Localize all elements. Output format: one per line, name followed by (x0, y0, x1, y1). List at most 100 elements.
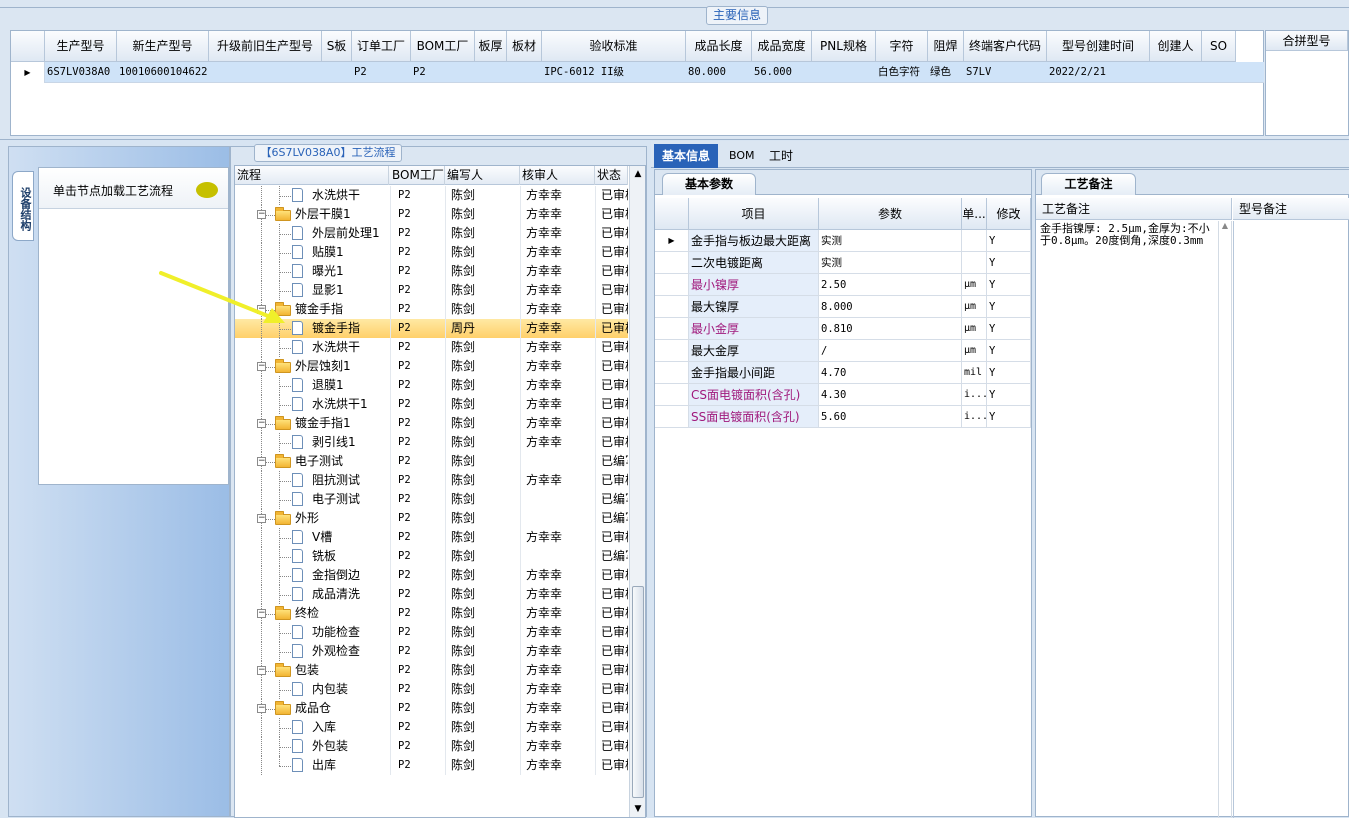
tree-row[interactable]: − 电子测试 P2 陈剑 已编写 (235, 452, 628, 471)
column-header[interactable]: 板材 (507, 31, 542, 62)
tree-row[interactable]: 金指倒边 P2 陈剑 方幸幸 已审核 (235, 566, 628, 585)
tree-row[interactable]: 外包装 P2 陈剑 方幸幸 已审核 (235, 737, 628, 756)
collapse-toggle-icon[interactable]: − (257, 210, 266, 219)
grid-cell (509, 62, 542, 83)
step-writer: 陈剑 (451, 397, 476, 411)
table-row[interactable]: 最小金厚 0.810 μm Y (655, 318, 1031, 340)
step-reviewer: 方幸幸 (526, 682, 563, 696)
param-value[interactable]: / (819, 340, 962, 362)
tree-row[interactable]: − 镀金手指1 P2 陈剑 方幸幸 已审核 (235, 414, 628, 433)
tree-row[interactable]: 阻抗测试 P2 陈剑 方幸幸 已审核 (235, 471, 628, 490)
collapse-toggle-icon[interactable]: − (257, 666, 266, 675)
table-row[interactable]: ▶ 6S7LV038A0 10010600104622 P2 P2 IPC-6012 II… (11, 62, 1264, 83)
scroll-down-arrow-icon[interactable]: ▼ (630, 801, 645, 817)
column-header[interactable]: 成品长度 (686, 31, 752, 62)
tree-row[interactable]: − 包装 P2 陈剑 方幸幸 已审核 (235, 661, 628, 680)
collapse-toggle-icon[interactable]: − (257, 704, 266, 713)
scroll-thumb[interactable] (632, 586, 644, 798)
process-remarks-text[interactable]: 金手指镍厚: 2.5μm,金厚为:不小于0.8μm。20度倒角,深度0.3mm (1040, 223, 1216, 247)
collapse-toggle-icon[interactable]: − (257, 457, 266, 466)
table-row[interactable]: 最小镍厚 2.50 μm Y (655, 274, 1031, 296)
collapse-toggle-icon[interactable]: − (257, 362, 266, 371)
tree-row[interactable]: 水洗烘干 P2 陈剑 方幸幸 已审核 (235, 338, 628, 357)
collapse-toggle-icon[interactable]: − (257, 419, 266, 428)
table-row[interactable]: CS面电镀面积(含孔) 4.30 i... Y (655, 384, 1031, 406)
tab-basic-info[interactable]: 基本信息 (654, 144, 718, 168)
param-value[interactable]: 实测 (819, 252, 962, 274)
tree-row[interactable]: 外观检查 P2 陈剑 方幸幸 已审核 (235, 642, 628, 661)
param-value[interactable]: 4.30 (819, 384, 962, 406)
table-row[interactable]: 金手指最小间距 4.70 mil Y (655, 362, 1031, 384)
tree-row[interactable]: V槽 P2 陈剑 方幸幸 已审核 (235, 528, 628, 547)
column-header[interactable]: 参数 (819, 198, 962, 230)
param-value[interactable]: 0.810 (819, 318, 962, 340)
tree-row[interactable]: 入库 P2 陈剑 方幸幸 已审核 (235, 718, 628, 737)
left-panel: 设备结构 单击节点加载工艺流程 (8, 146, 230, 817)
param-value[interactable]: 4.70 (819, 362, 962, 384)
tree-row[interactable]: 退膜1 P2 陈剑 方幸幸 已审核 (235, 376, 628, 395)
column-header[interactable]: 订单工厂 (352, 31, 411, 62)
tree-row[interactable]: 外层前处理1 P2 陈剑 方幸幸 已审核 (235, 224, 628, 243)
table-row[interactable]: 二次电镀距离 实测 Y (655, 252, 1031, 274)
column-header[interactable]: 阻焊 (928, 31, 964, 62)
column-header[interactable]: 字符 (876, 31, 928, 62)
column-header[interactable]: SO (1202, 31, 1236, 62)
tree-row[interactable]: − 成品仓 P2 陈剑 方幸幸 已审核 (235, 699, 628, 718)
tree-row[interactable]: − 终检 P2 陈剑 方幸幸 已审核 (235, 604, 628, 623)
tree-row[interactable]: − 外层蚀刻1 P2 陈剑 方幸幸 已审核 (235, 357, 628, 376)
tab-bom[interactable]: BOM (729, 144, 755, 168)
column-header[interactable]: 项目 (689, 198, 819, 230)
tab-basic-params[interactable]: 基本参数 (662, 173, 756, 195)
tree-row[interactable]: 水洗烘干1 P2 陈剑 方幸幸 已审核 (235, 395, 628, 414)
column-header[interactable]: 验收标准 (542, 31, 686, 62)
scroll-up-arrow-icon[interactable]: ▲ (630, 166, 645, 182)
tree-row[interactable]: 出库 P2 陈剑 方幸幸 已审核 (235, 756, 628, 775)
column-header[interactable]: 生产型号 (45, 31, 117, 62)
tab-process-remarks[interactable]: 工艺备注 (1041, 173, 1136, 195)
column-header[interactable]: 创建人 (1150, 31, 1202, 62)
column-header[interactable]: 升级前旧生产型号 (209, 31, 322, 62)
step-writer: 陈剑 (451, 530, 476, 544)
column-header[interactable]: 板厚 (475, 31, 507, 62)
column-header[interactable]: 编写人 (447, 166, 520, 185)
tree-row[interactable]: 铣板 P2 陈剑 已编写 (235, 547, 628, 566)
param-value[interactable]: 5.60 (819, 406, 962, 428)
column-header[interactable]: 新生产型号 (117, 31, 209, 62)
tree-row[interactable]: 电子测试 P2 陈剑 已编写 (235, 490, 628, 509)
tree-row[interactable]: 剥引线1 P2 陈剑 方幸幸 已审核 (235, 433, 628, 452)
tree-row[interactable]: 功能检查 P2 陈剑 方幸幸 已审核 (235, 623, 628, 642)
column-header[interactable]: S板 (322, 31, 352, 62)
column-header[interactable]: 成品宽度 (752, 31, 812, 62)
tree-row[interactable]: 成品清洗 P2 陈剑 方幸幸 已审核 (235, 585, 628, 604)
table-row[interactable]: 最大镍厚 8.000 μm Y (655, 296, 1031, 318)
tree-row[interactable]: 水洗烘干 P2 陈剑 方幸幸 已审核 (235, 186, 628, 205)
collapse-toggle-icon[interactable]: − (257, 609, 266, 618)
tree-row[interactable]: − 外层干膜1 P2 陈剑 方幸幸 已审核 (235, 205, 628, 224)
column-header[interactable]: 型号创建时间 (1047, 31, 1150, 62)
tab-work-hours[interactable]: 工时 (769, 144, 799, 168)
table-row[interactable]: ▶ 金手指与板边最大距离 实测 Y (655, 230, 1031, 252)
param-value[interactable]: 8.000 (819, 296, 962, 318)
column-header[interactable]: 修改 (987, 198, 1031, 230)
table-row[interactable]: SS面电镀面积(含孔) 5.60 i... Y (655, 406, 1031, 428)
column-header[interactable]: BOM工厂 (392, 166, 445, 185)
column-header[interactable]: 终端客户代码 (964, 31, 1047, 62)
tab-device-structure[interactable]: 设备结构 (12, 171, 34, 241)
tree-row[interactable]: − 外形 P2 陈剑 已编写 (235, 509, 628, 528)
column-header[interactable]: PNL规格 (812, 31, 876, 62)
column-header[interactable]: 核审人 (522, 166, 595, 185)
column-header[interactable]: 单... (962, 198, 987, 230)
remarks-scrollbar[interactable]: ▲ (1218, 221, 1232, 818)
column-header[interactable]: 状态 (597, 166, 628, 185)
document-icon (292, 492, 303, 506)
column-header[interactable]: BOM工厂 (411, 31, 475, 62)
tree-scrollbar[interactable]: ▲ ▼ (629, 166, 645, 817)
collapse-toggle-icon[interactable]: − (257, 514, 266, 523)
table-row[interactable]: 最大金厚 / μm Y (655, 340, 1031, 362)
tree-row[interactable]: 内包装 P2 陈剑 方幸幸 已审核 (235, 680, 628, 699)
param-value[interactable]: 2.50 (819, 274, 962, 296)
tree-row[interactable]: 贴膜1 P2 陈剑 方幸幸 已审核 (235, 243, 628, 262)
param-value[interactable]: 实测 (819, 230, 962, 252)
step-reviewer: 方幸幸 (526, 302, 563, 316)
column-header[interactable]: 流程 (237, 166, 389, 185)
